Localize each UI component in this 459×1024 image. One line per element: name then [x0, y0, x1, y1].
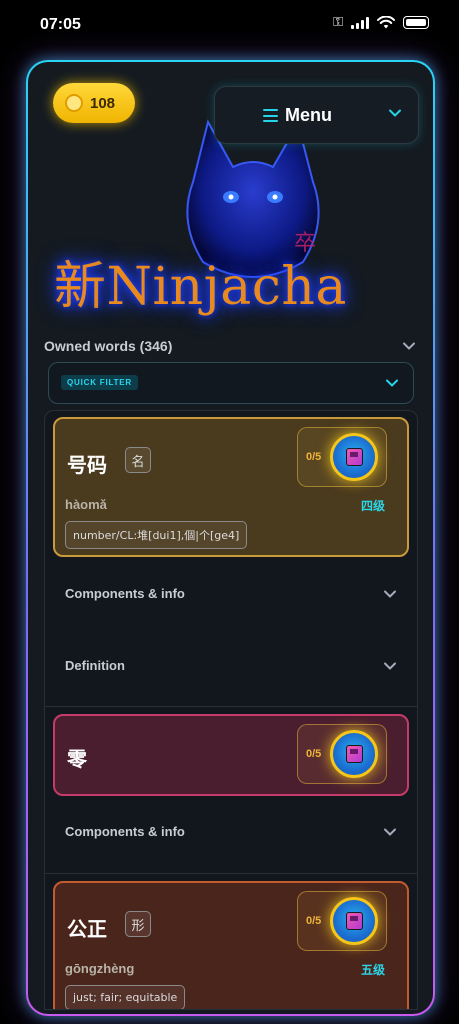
definition-label: Definition [65, 658, 125, 673]
owned-words-label: Owned words (346) [44, 338, 173, 354]
word-hanzi: 零 [67, 747, 87, 771]
part-of-speech-tag: 名 [125, 447, 151, 473]
coin-counter[interactable]: 108 [53, 83, 135, 123]
word-pinyin: gōngzhèng [65, 961, 135, 976]
components-info-row[interactable]: Components & info [45, 571, 417, 617]
app-frame: 新Ninjacha 卒 108 Menu Owned words (346) Q… [26, 60, 435, 1016]
part-of-speech-tag: 形 [125, 911, 151, 937]
owned-words-header[interactable]: Owned words (346) [44, 334, 416, 358]
chevron-down-icon [384, 590, 396, 598]
hamburger-icon [263, 109, 278, 122]
word-card[interactable]: 号码 名 0/5 hàomǎ 四级 number/CL:堆[dui1],個|个[… [53, 417, 409, 557]
components-info-label: Components & info [65, 586, 185, 601]
hsk-level: 五级 [360, 963, 385, 977]
logo-hanzi: 新 [54, 257, 107, 317]
definition-row[interactable]: Definition [45, 643, 417, 689]
logo-stamp: 卒 [294, 231, 317, 256]
word-card[interactable]: 零 0/5 [53, 714, 409, 796]
progress-box[interactable]: 0/5 [297, 724, 387, 784]
coin-count: 108 [90, 94, 116, 112]
progress-text: 0/5 [306, 748, 322, 760]
battery-icon [403, 16, 429, 29]
divider [45, 706, 417, 707]
chevron-down-icon [403, 342, 415, 350]
divider [45, 873, 417, 874]
chevron-down-icon [386, 379, 398, 387]
word-hanzi: 公正 [67, 917, 107, 941]
components-info-label: Components & info [65, 824, 185, 839]
chevron-down-icon [384, 828, 396, 836]
coin-icon [65, 94, 83, 112]
definition-tag: number/CL:堆[dui1],個|个[ge4] [65, 521, 248, 549]
book-badge-icon [330, 433, 378, 481]
chevron-down-icon [389, 109, 401, 117]
quick-filter-badge: QUICK FILTER [61, 375, 139, 390]
menu-button[interactable]: Menu [214, 86, 419, 144]
word-card[interactable]: 公正 形 0/5 gōngzhèng 五级 just; fair; equita… [53, 881, 409, 1009]
menu-label: Menu [285, 104, 332, 125]
hsk-level: 四级 [360, 499, 385, 513]
key-icon: ⚿ [333, 15, 343, 30]
status-icons: ⚿ [333, 15, 429, 30]
word-pinyin: hàomǎ [65, 497, 107, 512]
word-list: 号码 名 0/5 hàomǎ 四级 number/CL:堆[dui1],個|个[… [44, 410, 418, 1010]
status-bar: 07:05 ⚿ [0, 0, 459, 50]
progress-box[interactable]: 0/5 [297, 427, 387, 487]
quick-filter-dropdown[interactable]: QUICK FILTER [48, 362, 414, 404]
chevron-down-icon [384, 662, 396, 670]
book-badge-icon [330, 730, 378, 778]
book-badge-icon [330, 897, 378, 945]
status-time: 07:05 [40, 16, 81, 33]
progress-text: 0/5 [306, 451, 322, 463]
signal-icon [351, 16, 369, 29]
logo-name: Ninjacha [106, 257, 347, 317]
progress-text: 0/5 [306, 915, 322, 927]
word-hanzi: 号码 [67, 453, 107, 477]
wifi-icon [377, 16, 395, 29]
progress-box[interactable]: 0/5 [297, 891, 387, 951]
definition-tag: just; fair; equitable [65, 985, 186, 1009]
components-info-row[interactable]: Components & info [45, 809, 417, 855]
